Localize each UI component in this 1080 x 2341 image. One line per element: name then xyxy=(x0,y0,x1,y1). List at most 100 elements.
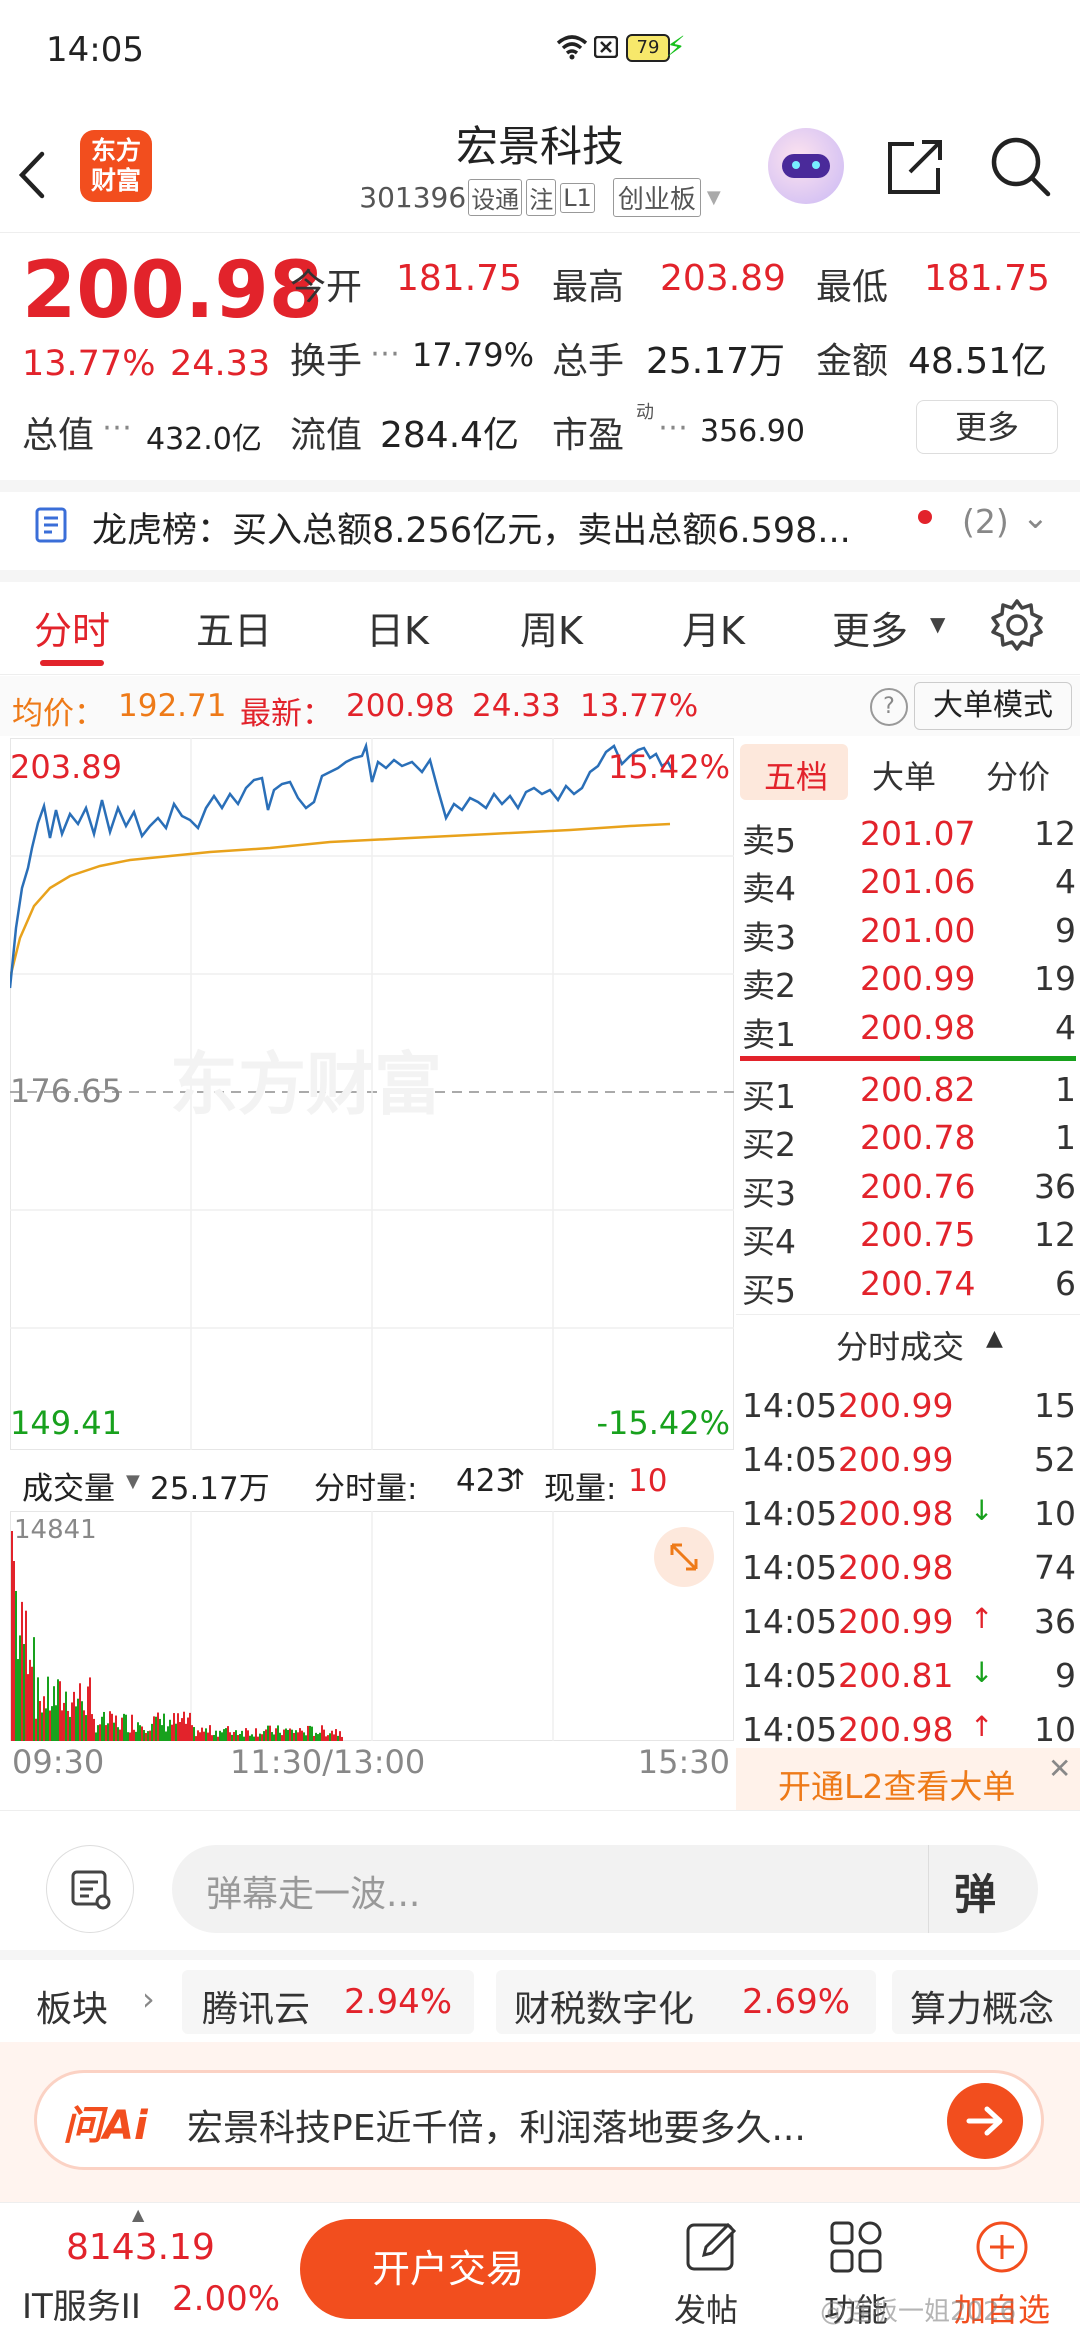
trades-title[interactable]: 分时成交 xyxy=(836,1322,964,1368)
level-price: 200.75 xyxy=(860,1215,976,1255)
level-label: 买2 xyxy=(742,1125,796,1165)
user-watermark: @连板一姐2026 xyxy=(820,2297,1017,2327)
sell-level-row[interactable]: 卖3 201.00 9 xyxy=(742,911,1076,959)
stock-header: 东方财富 宏景科技 301396 设通 注 L1 创业板 ▼ xyxy=(0,120,1080,233)
volume-bar xyxy=(273,1734,275,1741)
sector-chip-tax-digital[interactable]: 财税数字化 2.69% xyxy=(496,1970,876,2034)
tab-day-k[interactable]: 日K xyxy=(366,600,429,655)
latest-pct: 13.77% xyxy=(580,688,699,724)
level-volume: 6 xyxy=(1055,1263,1076,1303)
tab-more[interactable]: 更多 xyxy=(832,600,908,655)
volume-bar xyxy=(161,1725,163,1741)
volume-bar xyxy=(235,1730,237,1741)
volume-bar xyxy=(93,1718,95,1741)
volume-bar xyxy=(29,1659,31,1741)
volume-bar xyxy=(143,1729,145,1741)
intraday-chart[interactable]: 东方财富 203.89 15.42% 176.65 149.41 -15.42% xyxy=(8,737,735,1451)
dragon-tiger-text: 龙虎榜：买入总额8.256亿元，卖出总额6.598... xyxy=(92,511,851,551)
ask-ai-input[interactable]: 问Ai 宏景科技PE近千倍，利润落地要多久... xyxy=(34,2070,1044,2170)
trade-price: 200.99 xyxy=(838,1440,954,1479)
help-icon[interactable]: ? xyxy=(870,688,908,726)
chart-top-pct: 15.42% xyxy=(607,748,730,786)
assistant-robot-icon[interactable] xyxy=(768,128,844,204)
volume-bar xyxy=(317,1734,319,1741)
search-icon[interactable] xyxy=(988,134,1052,198)
buy-level-row[interactable]: 买5 200.74 6 xyxy=(742,1264,1076,1312)
info-dots-icon[interactable]: ⋯ xyxy=(658,410,688,445)
dropdown-caret-icon[interactable]: ▼ xyxy=(707,187,721,208)
close-icon[interactable]: ✕ xyxy=(1048,1752,1071,1785)
dragon-tiger-banner[interactable]: 龙虎榜：买入总额8.256亿元，卖出总额6.598... (2) ⌄ xyxy=(0,480,1080,582)
tab-price-split[interactable]: 分价 xyxy=(986,752,1050,798)
volume-bar xyxy=(319,1732,321,1741)
caret-up-icon[interactable]: ▲ xyxy=(986,1326,1003,1351)
tab-intraday[interactable]: 分时 xyxy=(34,600,110,655)
sector-chip-tencent-cloud[interactable]: 腾讯云 2.94% xyxy=(182,1970,474,2034)
time-axis-end: 15:30 xyxy=(637,1743,730,1781)
tab-five-day[interactable]: 五日 xyxy=(196,600,272,655)
buy-level-row[interactable]: 买3 200.76 36 xyxy=(742,1167,1076,1215)
sector-name: 腾讯云 xyxy=(202,1989,311,2030)
sell-level-row[interactable]: 卖1 200.98 4 xyxy=(742,1008,1076,1056)
trade-direction-arrow: ↑ xyxy=(970,1710,994,1743)
chevron-down-icon[interactable]: ⌄ xyxy=(1022,498,1049,536)
comment-input[interactable]: 弹幕走一波... 弹 xyxy=(172,1845,1038,1933)
volume-bar xyxy=(269,1725,271,1741)
volume-bar xyxy=(23,1644,25,1741)
big-order-mode-button[interactable]: 大单模式 xyxy=(914,682,1072,730)
level-volume: 1 xyxy=(1055,1070,1076,1109)
volume-bar xyxy=(17,1659,19,1741)
change-pct: 13.77% xyxy=(22,344,156,384)
low-label: 最低 xyxy=(816,267,889,308)
chevron-right-icon[interactable]: › xyxy=(142,1980,155,2018)
sell-level-row[interactable]: 卖4 201.06 4 xyxy=(742,862,1076,910)
volume-bar xyxy=(261,1734,263,1741)
avg-value: 192.71 xyxy=(118,688,227,724)
sell-level-row[interactable]: 卖2 200.99 19 xyxy=(742,959,1076,1007)
related-index[interactable]: ▲ 8143.19 IT服务II 2.00% xyxy=(0,2203,280,2341)
sell-level-row[interactable]: 卖5 201.07 12 xyxy=(742,814,1076,862)
volume-bar xyxy=(45,1708,47,1741)
buy-level-row[interactable]: 买1 200.82 1 xyxy=(742,1070,1076,1118)
ask-ai-send-button[interactable] xyxy=(947,2083,1023,2159)
float-value: 284.4亿 xyxy=(380,415,520,456)
more-button[interactable]: 更多 xyxy=(916,400,1058,454)
volume-label: 总手 xyxy=(552,341,625,382)
buy-level-row[interactable]: 买4 200.75 12 xyxy=(742,1215,1076,1263)
badge-level: L1 xyxy=(560,182,595,213)
buy-level-row[interactable]: 买2 200.78 1 xyxy=(742,1118,1076,1166)
tab-big-order[interactable]: 大单 xyxy=(872,752,936,798)
open-account-trade-button[interactable]: 开户交易 xyxy=(300,2219,596,2319)
comment-list-icon[interactable] xyxy=(46,1845,134,1933)
volume-bar xyxy=(241,1730,243,1741)
volume-bar xyxy=(57,1679,59,1741)
info-dots-icon[interactable]: ⋯ xyxy=(102,410,132,445)
sector-chip-computing[interactable]: 算力概念 xyxy=(892,1970,1080,2034)
volume-bar xyxy=(159,1718,161,1741)
sell-pressure-bar xyxy=(740,1056,920,1061)
trade-time: 14:05 xyxy=(742,1386,838,1425)
tab-more-caret-icon[interactable]: ▼ xyxy=(930,612,945,636)
volume-bar xyxy=(215,1730,217,1741)
volume-caret-icon[interactable]: ▼ xyxy=(126,1471,140,1492)
volume-bar xyxy=(237,1735,239,1741)
l2-banner[interactable]: 开通L2查看大单 ✕ xyxy=(736,1748,1080,1810)
volume-bar xyxy=(283,1729,285,1741)
volume-bar xyxy=(71,1702,73,1741)
tab-month-k[interactable]: 月K xyxy=(682,600,745,655)
volume-label[interactable]: 成交量 xyxy=(22,1463,115,1508)
board-badge[interactable]: 创业板 xyxy=(612,178,701,217)
post-button[interactable]: 发帖 xyxy=(660,2213,760,2341)
share-icon[interactable] xyxy=(884,136,946,198)
time-axis-mid: 11:30/13:00 xyxy=(230,1743,426,1781)
expand-icon[interactable] xyxy=(654,1527,714,1587)
volume-chart[interactable]: 成交量 ▼ 25.17万 分时量: 423 ↑ 现量: 10 14841 09:… xyxy=(10,1455,734,1781)
tab-five-level[interactable]: 五档 xyxy=(764,752,828,798)
volume-bar xyxy=(77,1698,79,1741)
tab-week-k[interactable]: 周K xyxy=(520,600,583,655)
danmu-send-button[interactable]: 弹 xyxy=(954,1861,996,1922)
quote-panel: 200.98 13.77% 24.33 今开 181.75 最高 203.89 … xyxy=(0,232,1080,492)
gear-icon[interactable] xyxy=(990,598,1044,652)
back-arrow-icon[interactable] xyxy=(16,150,46,200)
info-dots-icon[interactable]: ⋯ xyxy=(370,336,400,371)
